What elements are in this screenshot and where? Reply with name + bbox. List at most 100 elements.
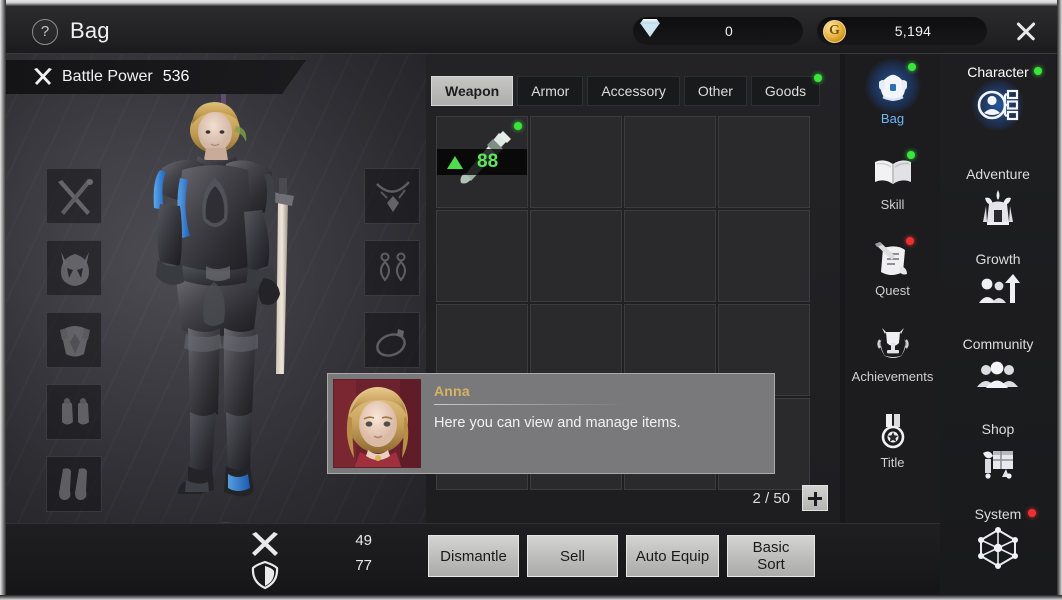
game-window: Battle Power 536 Weapon Armor Accessory …: [0, 0, 1062, 600]
tab-weapon[interactable]: Weapon: [431, 76, 514, 106]
window-header: ? Bag 0 G 5,194: [6, 6, 1057, 54]
window-frame-left: [0, 0, 6, 600]
gold-coin-icon: G: [821, 18, 847, 44]
nav-column: Character Adventure Growth Community Sho…: [940, 6, 1056, 595]
defense-value: 77: [355, 557, 372, 574]
class-emblem-icon: [204, 522, 248, 523]
tutorial-dialogue-box[interactable]: Anna Here you can view and manage items.: [327, 373, 775, 474]
diamond-icon: [637, 18, 663, 44]
menu-item-quest-label: Quest: [875, 283, 910, 298]
attack-value: 49: [355, 532, 372, 549]
system-network-icon: [975, 524, 1021, 570]
window-frame-right: [1057, 0, 1062, 600]
sell-button[interactable]: Sell: [527, 535, 618, 577]
battle-power-banner: Battle Power 536: [6, 60, 306, 94]
gold-currency[interactable]: G 5,194: [817, 16, 987, 45]
stat-values: 49 77: [338, 528, 372, 578]
necklace-slot[interactable]: [364, 168, 420, 224]
divider: [434, 404, 624, 405]
nav-item-character-label: Character: [967, 64, 1029, 80]
battle-power-label: Battle Power: [62, 68, 153, 85]
inventory-slot-empty[interactable]: [718, 116, 810, 208]
help-button[interactable]: ?: [32, 19, 58, 45]
alert-badge-icon: [1028, 509, 1036, 517]
earrings-slot[interactable]: [364, 240, 420, 296]
inventory-slot-empty[interactable]: [624, 116, 716, 208]
boots-slot[interactable]: [46, 456, 102, 512]
menu-item-title[interactable]: Title: [845, 408, 940, 470]
dialogue-body: Anna Here you can view and manage items.: [426, 374, 774, 473]
inventory-capacity-text: 2 / 50: [752, 489, 790, 507]
close-button[interactable]: [1011, 16, 1041, 46]
gem-amount: 0: [724, 22, 734, 39]
tab-other[interactable]: Other: [683, 76, 747, 106]
menu-item-quest[interactable]: Quest: [845, 236, 940, 298]
menu-item-achievements-label: Achievements: [851, 369, 934, 384]
new-badge-icon: [906, 151, 915, 159]
left-equipment-column: [46, 168, 102, 523]
character-model: [153, 82, 294, 497]
up-triangle-icon: [447, 155, 463, 169]
menu-icon-column: Bag Skill Quest Achievements Title: [845, 54, 940, 523]
ring-slot[interactable]: [364, 312, 420, 368]
sell-label: Sell: [559, 547, 585, 565]
tab-accessory-label: Accessory: [601, 83, 666, 99]
adventure-gate-icon: [975, 184, 1021, 230]
menu-item-skill[interactable]: Skill: [845, 150, 940, 212]
nav-item-growth-label: Growth: [975, 251, 1021, 267]
dismantle-button[interactable]: Dismantle: [428, 535, 519, 577]
tab-other-label: Other: [697, 83, 733, 99]
window-frame-bottom: [0, 595, 1062, 600]
avatar: [333, 379, 421, 468]
helmet-slot[interactable]: [46, 240, 102, 296]
item-level-strip: 88: [437, 149, 527, 175]
nav-item-system-label: System: [974, 506, 1022, 522]
chest-slot[interactable]: [46, 312, 102, 368]
tab-armor[interactable]: Armor: [517, 76, 584, 106]
menu-item-bag[interactable]: Bag: [845, 58, 940, 126]
nav-item-shop-label: Shop: [981, 421, 1015, 437]
inventory-slot-empty[interactable]: [436, 210, 528, 302]
tab-goods[interactable]: Goods: [750, 74, 823, 106]
shield-icon: [251, 560, 279, 590]
currency-bar: 0 G 5,194: [619, 15, 987, 46]
dialogue-speaker-name: Anna: [434, 383, 470, 399]
expand-bag-button[interactable]: [802, 485, 828, 511]
menu-item-achievements[interactable]: Achievements: [845, 322, 940, 384]
new-badge-icon: [514, 122, 522, 130]
inventory-slot-item[interactable]: 88: [436, 116, 528, 208]
growth-arrow-icon: [975, 269, 1021, 315]
inventory-slot-empty[interactable]: [718, 210, 810, 302]
gold-amount: 5,194: [894, 22, 932, 39]
nav-item-adventure[interactable]: Adventure: [940, 166, 1056, 230]
weapon-slot[interactable]: [46, 168, 102, 224]
nav-item-system[interactable]: System: [940, 506, 1056, 570]
stat-icons: [248, 531, 282, 590]
inventory-slot-empty[interactable]: [624, 210, 716, 302]
inventory-slot-empty[interactable]: [530, 210, 622, 302]
crossed-swords-icon: [252, 532, 278, 556]
tab-weapon-label: Weapon: [445, 83, 500, 99]
tab-goods-label: Goods: [764, 83, 807, 99]
nav-item-shop[interactable]: Shop: [940, 421, 1056, 485]
dialogue-text: Here you can view and manage items.: [434, 415, 681, 431]
auto-equip-button[interactable]: Auto Equip: [626, 535, 719, 577]
menu-item-skill-label: Skill: [880, 197, 905, 212]
nav-item-community[interactable]: Community: [940, 336, 1056, 400]
trophy-wreath-icon: [871, 322, 915, 366]
inventory-tabs: Weapon Armor Accessory Other Goods: [431, 74, 823, 106]
inventory-slot-empty[interactable]: [530, 116, 622, 208]
dismantle-label: Dismantle: [440, 547, 507, 565]
new-badge-icon: [814, 74, 823, 82]
tab-armor-label: Armor: [531, 83, 570, 99]
new-badge-icon: [907, 63, 916, 71]
medal-icon: [871, 408, 915, 452]
tab-accessory[interactable]: Accessory: [587, 76, 680, 106]
nav-item-growth[interactable]: Growth: [940, 251, 1056, 315]
bag-icon: [864, 58, 921, 114]
gloves-slot[interactable]: [46, 384, 102, 440]
nav-item-character[interactable]: Character: [940, 64, 1056, 131]
gem-currency[interactable]: 0: [633, 16, 803, 45]
new-badge-icon: [1034, 67, 1042, 75]
basic-sort-button[interactable]: Basic Sort: [727, 535, 815, 577]
